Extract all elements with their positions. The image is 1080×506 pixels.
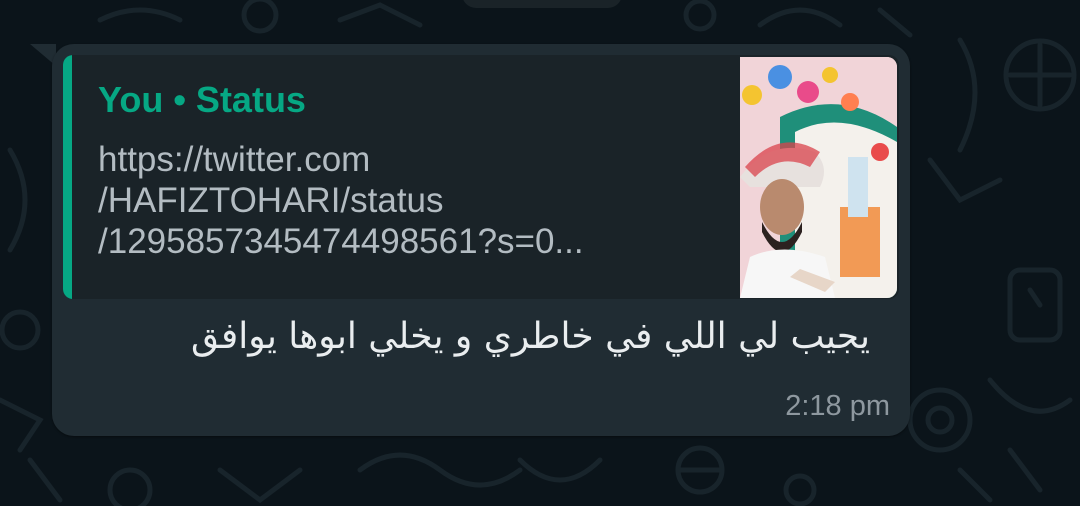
quoted-status-reply[interactable]: You • Status https://twitter.com /HAFIZT… (63, 55, 899, 299)
message-timestamp: 2:18 pm (785, 390, 890, 422)
thumbnail-image (740, 57, 897, 298)
message-text: يجيب لي اللي في خاطري و يخلي ابوها يوافق (190, 316, 870, 357)
quote-accent-bar (63, 55, 72, 299)
status-photo-thumbnail[interactable] (740, 57, 897, 298)
quoted-link-line: /1295857345474498561?s=0... (98, 222, 584, 261)
quoted-link-line: https://twitter.com (98, 140, 371, 179)
date-pill (462, 0, 622, 8)
quoted-link: https://twitter.com /HAFIZTOHARI/status … (98, 139, 698, 262)
quoted-link-line: /HAFIZTOHARI/status (98, 181, 444, 220)
quoted-author: You • Status (98, 79, 306, 120)
chat-background: You • Status https://twitter.com /HAFIZT… (0, 0, 1080, 506)
